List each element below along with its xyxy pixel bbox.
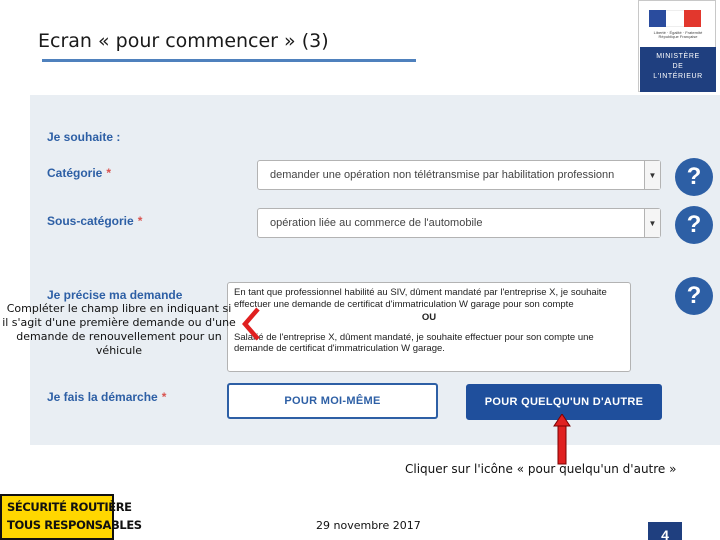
- road-safety-line-2: TOUS RESPONSABLES: [7, 518, 142, 532]
- chevron-down-icon[interactable]: ▼: [644, 209, 660, 237]
- road-safety-logo: SÉCURITÉ ROUTIÈRE TOUS RESPONSABLES: [0, 494, 142, 540]
- title-underline: [42, 59, 416, 62]
- details-option-1: En tant que professionnel habilité au SI…: [234, 287, 607, 310]
- details-textarea[interactable]: En tant que professionnel habilité au SI…: [227, 282, 631, 372]
- category-value: demander une opération non télétransmise…: [270, 169, 615, 181]
- heading-wish: Je souhaite :: [47, 130, 121, 144]
- ministry-line-1: MINISTÈRE: [656, 53, 700, 60]
- approach-label-text: Je fais la démarche: [47, 390, 158, 404]
- category-select[interactable]: demander une opération non télétransmise…: [257, 160, 661, 190]
- subcategory-label: Sous-catégorie *: [47, 214, 142, 228]
- subcategory-value: opération liée au commerce de l'automobi…: [270, 217, 483, 229]
- chevron-down-icon[interactable]: ▼: [644, 161, 660, 189]
- details-option-2: Salarié de l'entreprise X, dûment mandat…: [234, 331, 594, 355]
- required-marker: *: [137, 214, 143, 228]
- page-number: 4: [648, 522, 682, 540]
- ministry-line-3: L'INTÉRIEUR: [653, 73, 703, 80]
- details-label: Je précise ma demande: [47, 288, 183, 302]
- help-icon-details[interactable]: ?: [675, 277, 713, 315]
- subcategory-select[interactable]: opération liée au commerce de l'automobi…: [257, 208, 661, 238]
- approach-label: Je fais la démarche *: [47, 390, 166, 404]
- ministry-name: MINISTÈRE DE L'INTÉRIEUR: [640, 47, 716, 92]
- required-marker: *: [106, 166, 112, 180]
- left-callout: Compléter le champ libre en indiquant si…: [2, 302, 236, 357]
- arrow-up-icon: [553, 414, 571, 465]
- details-or: OU: [421, 312, 437, 323]
- slide-title: Ecran « pour commencer » (3): [38, 30, 329, 52]
- ministry-line-2: DE: [672, 63, 684, 70]
- help-icon-subcategory[interactable]: ?: [675, 206, 713, 244]
- right-callout: Cliquer sur l'icône « pour quelqu'un d'a…: [405, 462, 677, 476]
- for-myself-button[interactable]: POUR MOI-MÊME: [227, 383, 438, 419]
- category-label: Catégorie *: [47, 166, 111, 180]
- subcategory-label-text: Sous-catégorie: [47, 214, 134, 228]
- slide-date: 29 novembre 2017: [316, 519, 421, 532]
- french-flag-icon: [649, 10, 701, 27]
- republic-tagline: Liberté · Égalité · Fraternité Républiqu…: [653, 30, 703, 39]
- required-marker: *: [161, 390, 167, 404]
- ministry-logo: Liberté · Égalité · Fraternité Républiqu…: [638, 0, 716, 92]
- road-safety-line-1: SÉCURITÉ ROUTIÈRE: [7, 500, 132, 514]
- category-label-text: Catégorie: [47, 166, 103, 180]
- help-icon-category[interactable]: ?: [675, 158, 713, 196]
- chevron-left-icon: [242, 307, 260, 341]
